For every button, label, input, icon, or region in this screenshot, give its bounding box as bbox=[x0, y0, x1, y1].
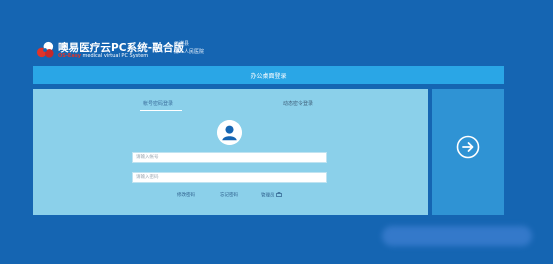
logo-icon bbox=[36, 41, 54, 58]
admin-icon bbox=[276, 192, 282, 197]
tab-dynamic-token[interactable]: 动态密令登录 bbox=[283, 100, 313, 107]
tab-account-password[interactable]: 帐号密码登录 bbox=[143, 100, 173, 107]
app-subtitle-brand: OS-Easy bbox=[58, 53, 81, 59]
account-input[interactable] bbox=[132, 152, 327, 163]
app-subtitle-text: medical virtual PC System bbox=[82, 53, 149, 59]
app-subtitle: OS-Easy medical virtual PC System bbox=[58, 53, 148, 59]
admin-link-label: 管理员 bbox=[261, 193, 275, 199]
password-input[interactable] bbox=[132, 172, 327, 183]
hospital-name: 第二人民医院 bbox=[174, 49, 205, 55]
footer-blurred-area bbox=[382, 226, 532, 246]
page-title-bar: 办公桌面登录 bbox=[33, 66, 504, 84]
active-tab-indicator bbox=[140, 110, 182, 111]
login-submit-button[interactable] bbox=[432, 89, 504, 215]
admin-link[interactable]: 管理员 bbox=[261, 192, 282, 199]
region-info: 元谋县 第二人民医院 bbox=[174, 40, 204, 56]
arrow-right-circle-icon bbox=[456, 135, 480, 159]
change-password-link[interactable]: 修改密码 bbox=[177, 192, 195, 198]
county-name: 元谋县 bbox=[174, 41, 190, 47]
user-avatar-icon bbox=[217, 120, 242, 145]
forgot-password-link[interactable]: 忘记密码 bbox=[220, 192, 238, 198]
page-title: 办公桌面登录 bbox=[250, 72, 287, 80]
login-panel: 帐号密码登录 动态密令登录 修改密码 忘记密码 管理员 bbox=[33, 89, 428, 215]
